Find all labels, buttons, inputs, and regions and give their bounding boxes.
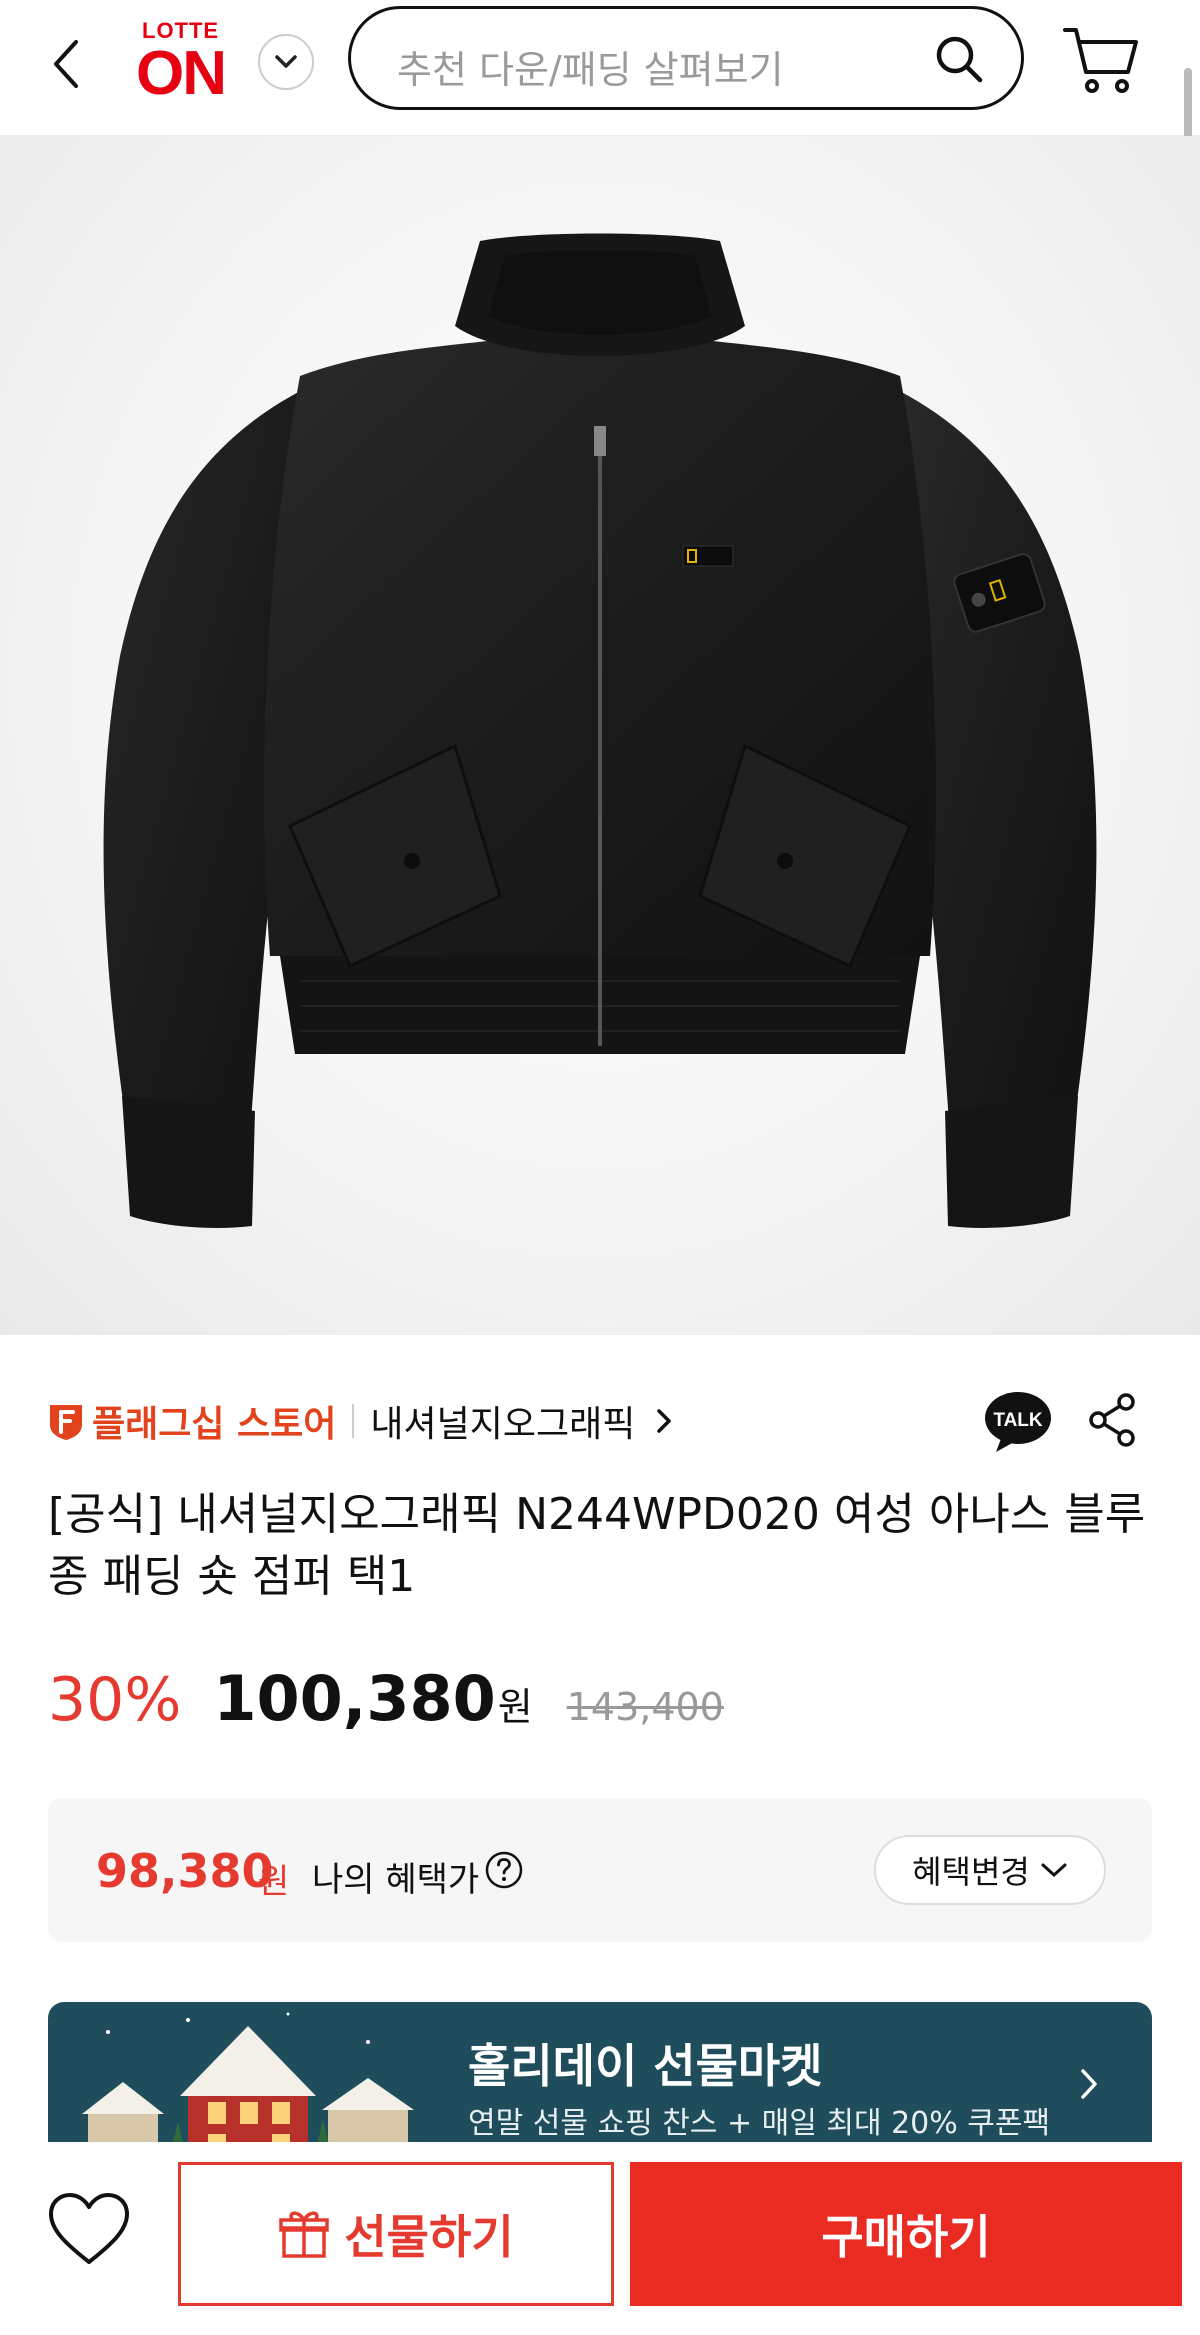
product-jacket-image: [103, 233, 1097, 1228]
banner-title: 홀리데이 선물마켓: [468, 2039, 823, 2093]
banner-subtitle: 연말 선물 쇼핑 찬스 + 매일 최대 20% 쿠폰팩: [468, 2106, 1051, 2141]
benefit-label: 나의 혜택가: [312, 1860, 480, 1900]
gift-button-label: 선물하기: [344, 2210, 514, 2264]
product-title: [공식] 내셔널지오그래픽 N244WPD020 여성 아나스 블루종 패딩 숏…: [48, 1489, 1146, 1602]
change-benefit-button[interactable]: 혜택변경: [874, 1835, 1106, 1905]
chevron-down-icon: [275, 55, 297, 68]
share-icon[interactable]: [1086, 1392, 1138, 1448]
store-divider: [352, 1404, 355, 1438]
talk-icon-text: TALK: [993, 1410, 1043, 1431]
service-menu-dropdown[interactable]: [258, 34, 314, 90]
logo-on-text: ON: [136, 39, 227, 108]
sale-price-currency: 원: [497, 1685, 533, 1729]
holiday-village-illustration: [68, 2002, 428, 2162]
holiday-promo-banner[interactable]: 홀리데이 선물마켓 연말 선물 쇼핑 찬스 + 매일 최대 20% 쿠폰팩: [48, 2002, 1152, 2162]
discount-rate: 30%: [48, 1665, 182, 1735]
price-row: 30% 100,380 원 143,400: [48, 1662, 724, 1742]
change-benefit-label: 혜택변경: [912, 1853, 1030, 1891]
gift-icon: [279, 2211, 330, 2258]
original-price: 143,400: [566, 1685, 724, 1729]
flagship-store-label: 플래그십 스토어: [92, 1404, 337, 1445]
gift-button[interactable]: 선물하기: [178, 2162, 614, 2306]
search-input[interactable]: 추천 다운/패딩 살펴보기: [348, 6, 1024, 110]
product-image-gallery[interactable]: 1 4: [0, 136, 1200, 1335]
store-info-row[interactable]: 플래그십 스토어 내셔널지오그래픽: [48, 1393, 675, 1449]
brand-store-link[interactable]: 내셔널지오그래픽: [370, 1395, 635, 1447]
search-icon[interactable]: [933, 33, 985, 85]
chevron-down-icon: [1041, 1863, 1067, 1877]
cart-icon[interactable]: [1062, 24, 1140, 98]
benefit-price-currency: 원: [258, 1862, 290, 1902]
search-placeholder: 추천 다운/패딩 살펴보기: [397, 48, 784, 92]
benefit-price-box: 98,380 원 나의 혜택가 혜택변경: [48, 1798, 1152, 1942]
kakao-talk-icon[interactable]: TALK: [984, 1390, 1052, 1454]
help-question-icon[interactable]: [484, 1850, 524, 1890]
bottom-action-bar: 선물하기 구매하기: [0, 2142, 1200, 2335]
benefit-price: 98,380: [96, 1844, 274, 1898]
heart-wishlist-icon[interactable]: [46, 2190, 132, 2268]
buy-button-label: 구매하기: [821, 2210, 991, 2264]
chevron-right-icon: [1081, 2069, 1097, 2099]
chevron-right-icon: [657, 1409, 672, 1433]
flagship-badge-icon: [50, 1405, 82, 1440]
lotte-on-logo[interactable]: LOTTE ON: [136, 18, 236, 108]
buy-button[interactable]: 구매하기: [630, 2162, 1182, 2306]
back-arrow-icon[interactable]: [48, 34, 88, 94]
sale-price: 100,380: [213, 1662, 496, 1735]
top-navigation-bar: LOTTE ON 추천 다운/패딩 살펴보기: [0, 0, 1200, 136]
